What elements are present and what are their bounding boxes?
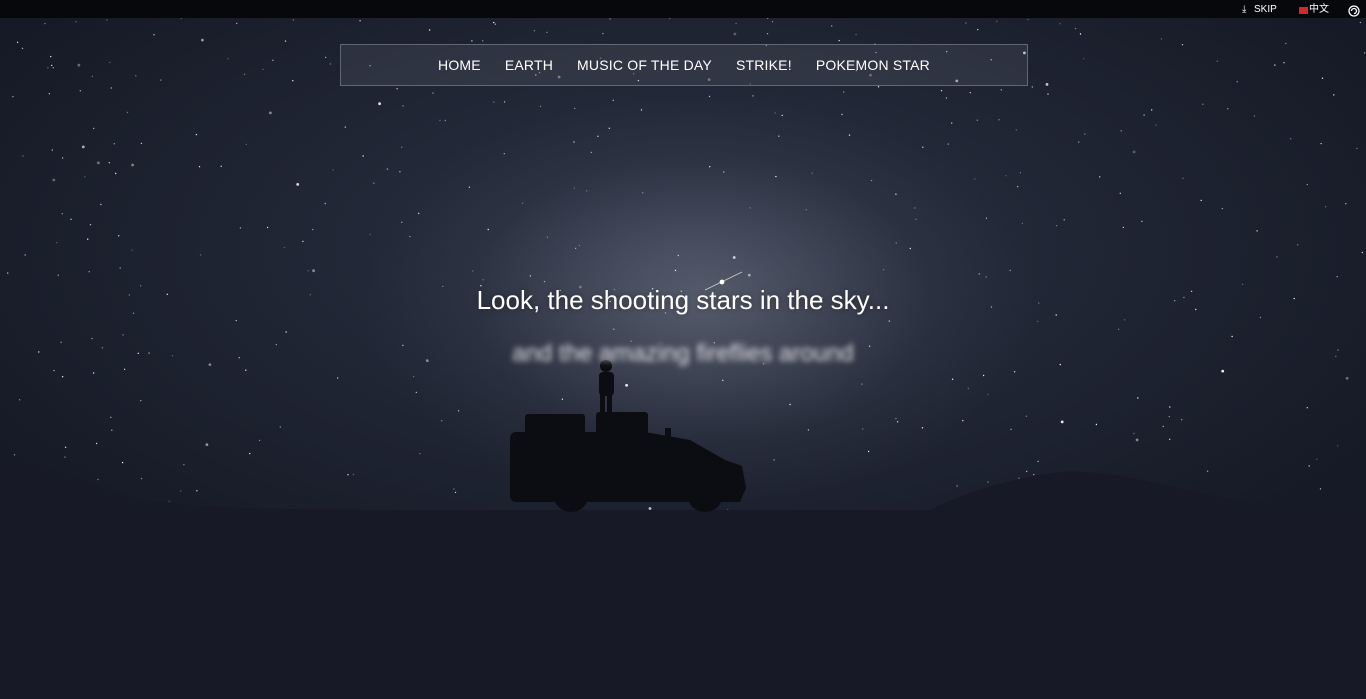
spiral-icon — [1348, 5, 1360, 17]
main-navigation: HOME EARTH MUSIC OF THE DAY STRIKE! POKE… — [340, 44, 1028, 86]
jeep-silhouette — [510, 412, 746, 512]
spiral-toggle[interactable] — [1348, 5, 1362, 17]
china-flag-icon — [1299, 6, 1308, 14]
nav-item-earth[interactable]: EARTH — [505, 57, 553, 73]
skip-label: SKIP — [1254, 4, 1277, 15]
hero-background: ⤓ SKIP 中文 HOME EARTH MUSIC OF THE DAY ST… — [0, 0, 1366, 699]
person-silhouette — [599, 360, 614, 414]
nav-item-music-of-the-day[interactable]: MUSIC OF THE DAY — [577, 57, 712, 73]
nav-item-pokemon-star[interactable]: POKEMON STAR — [816, 57, 930, 73]
top-bar: ⤓ SKIP 中文 — [0, 0, 1366, 18]
hero-subline: and the amazing fireflies around — [512, 340, 854, 367]
nav-item-home[interactable]: HOME — [438, 57, 481, 73]
language-label: 中文 — [1309, 4, 1329, 15]
language-switch[interactable]: 中文 — [1299, 3, 1329, 17]
hero-headline: Look, the shooting stars in the sky... — [476, 285, 890, 315]
download-arrow-icon: ⤓ — [1242, 4, 1247, 15]
skip-button[interactable]: ⤓ SKIP — [1242, 3, 1277, 17]
nav-item-strike[interactable]: STRIKE! — [736, 57, 792, 73]
